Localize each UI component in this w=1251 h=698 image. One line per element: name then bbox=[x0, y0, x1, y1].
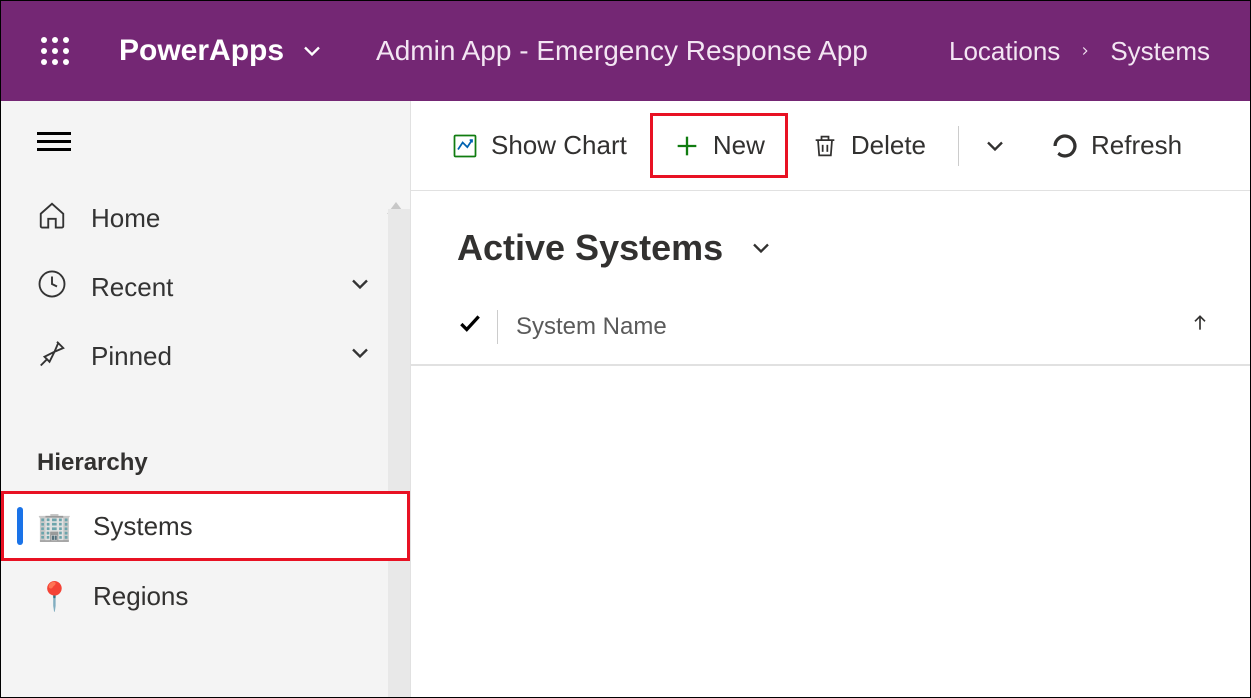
command-label: New bbox=[713, 130, 765, 161]
chevron-down-icon bbox=[747, 234, 775, 262]
grid-column-header: System Name bbox=[411, 297, 1250, 366]
sidebar-nav: Home Recent Pinned bbox=[1, 176, 410, 399]
clock-icon bbox=[37, 269, 67, 306]
refresh-button[interactable]: Refresh bbox=[1035, 120, 1198, 171]
command-label: Refresh bbox=[1091, 130, 1182, 161]
sidebar-item-label: Systems bbox=[93, 511, 193, 542]
show-chart-button[interactable]: Show Chart bbox=[435, 120, 643, 171]
refresh-icon bbox=[1051, 132, 1079, 160]
sidebar-item-recent[interactable]: Recent bbox=[1, 253, 410, 322]
home-icon bbox=[37, 200, 67, 237]
chevron-down-icon bbox=[298, 37, 326, 65]
sidebar-item-pinned[interactable]: Pinned bbox=[1, 322, 410, 391]
hamburger-button[interactable] bbox=[1, 101, 410, 176]
view-selector[interactable]: Active Systems bbox=[411, 191, 1250, 297]
chevron-down-icon bbox=[346, 270, 374, 305]
delete-split-button[interactable] bbox=[975, 122, 1015, 170]
command-label: Delete bbox=[851, 130, 926, 161]
select-all-checkbox[interactable] bbox=[457, 310, 497, 343]
command-label: Show Chart bbox=[491, 130, 627, 161]
sidebar-item-label: Home bbox=[91, 203, 374, 234]
waffle-icon[interactable] bbox=[41, 37, 69, 65]
sidebar-item-label: Recent bbox=[91, 272, 322, 303]
pin-icon bbox=[37, 338, 67, 375]
breadcrumb: Locations Systems bbox=[949, 36, 1210, 67]
command-divider bbox=[958, 126, 959, 166]
brand-switcher[interactable]: PowerApps bbox=[119, 34, 326, 68]
chevron-down-icon bbox=[981, 132, 1009, 160]
sidebar-item-home[interactable]: Home bbox=[1, 184, 410, 253]
column-system-name[interactable]: System Name bbox=[516, 313, 1190, 341]
brand-label: PowerApps bbox=[119, 34, 284, 68]
building-icon: 🏢 bbox=[37, 510, 69, 543]
check-icon bbox=[457, 310, 483, 336]
chart-icon bbox=[451, 132, 479, 160]
sidebar-item-label: Pinned bbox=[91, 341, 322, 372]
map-pin-icon: 📍 bbox=[37, 580, 69, 613]
sort-ascending-icon[interactable] bbox=[1190, 309, 1210, 344]
app-title: Admin App - Emergency Response App bbox=[376, 35, 868, 67]
breadcrumb-current[interactable]: Systems bbox=[1110, 36, 1210, 67]
main-pane: Show Chart New Delete bbox=[411, 101, 1250, 697]
sidebar-item-systems[interactable]: 🏢 Systems bbox=[1, 491, 410, 561]
trash-icon bbox=[811, 132, 839, 160]
delete-button[interactable]: Delete bbox=[795, 120, 942, 171]
chevron-down-icon bbox=[346, 339, 374, 374]
sidebar: Home Recent Pinned Hier bbox=[1, 101, 411, 697]
sidebar-item-regions[interactable]: 📍 Regions bbox=[1, 561, 410, 631]
view-title-text: Active Systems bbox=[457, 227, 723, 269]
command-bar: Show Chart New Delete bbox=[411, 101, 1250, 191]
breadcrumb-parent[interactable]: Locations bbox=[949, 36, 1060, 67]
column-divider bbox=[497, 310, 498, 344]
app-header: PowerApps Admin App - Emergency Response… bbox=[1, 1, 1250, 101]
sidebar-item-label: Regions bbox=[93, 581, 188, 612]
sidebar-section-title: Hierarchy bbox=[1, 399, 410, 491]
chevron-right-icon bbox=[1078, 39, 1092, 63]
plus-icon bbox=[673, 132, 701, 160]
new-button[interactable]: New bbox=[653, 116, 785, 175]
